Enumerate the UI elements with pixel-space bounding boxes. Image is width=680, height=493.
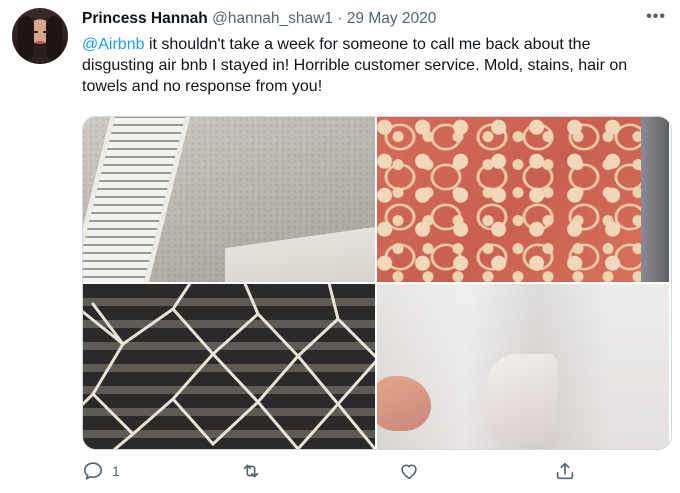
avatar-hair-right [46, 16, 62, 60]
avatar[interactable] [12, 8, 68, 64]
more-icon[interactable]: ••• [646, 8, 666, 26]
tweet-actions: 1 [82, 460, 602, 490]
avatar-hair-left [18, 16, 34, 60]
tweet-date[interactable]: 29 May 2020 [347, 10, 437, 27]
retweet-button[interactable] [240, 460, 262, 482]
pillow-edge [641, 117, 669, 282]
photo-paisley-pillow[interactable] [377, 117, 669, 282]
author-handle[interactable]: @hannah_shaw1 [212, 10, 333, 27]
reply-button[interactable]: 1 [82, 460, 120, 482]
tweet-body: it shouldn't take a week for someone to … [82, 36, 628, 95]
photo-net[interactable] [83, 284, 375, 449]
photo-vent-ceiling[interactable] [83, 117, 375, 282]
avatar-eye-left [33, 31, 38, 33]
share-icon [556, 462, 574, 480]
net-pattern [83, 284, 375, 449]
mention-link[interactable]: @Airbnb [82, 36, 145, 53]
vent-grille [83, 117, 194, 282]
retweet-icon [243, 464, 259, 478]
share-button[interactable] [554, 460, 576, 482]
reply-count: 1 [112, 463, 120, 479]
hand [377, 376, 431, 431]
wall-surface [225, 227, 375, 282]
avatar-mouth [36, 41, 44, 44]
reply-icon [83, 462, 103, 480]
avatar-eye-right [43, 31, 48, 33]
tweet-header: Princess Hannah @hannah_shaw1 · 29 May 2… [82, 10, 436, 28]
like-button[interactable] [398, 460, 420, 482]
curtain-fold [487, 354, 557, 444]
tweet-text: @Airbnb it shouldn't take a week for som… [82, 34, 657, 97]
media-grid [82, 116, 672, 450]
author-name[interactable]: Princess Hannah [82, 10, 208, 27]
tweet[interactable]: Princess Hannah @hannah_shaw1 · 29 May 2… [0, 0, 680, 493]
separator-dot: · [337, 10, 343, 27]
photo-curtain[interactable] [377, 284, 669, 449]
like-icon [401, 464, 417, 480]
